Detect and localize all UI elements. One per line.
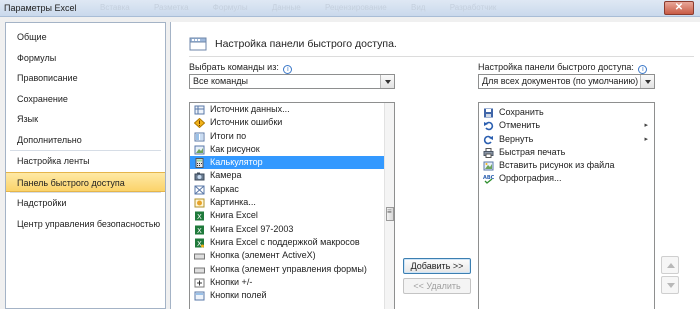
sidebar-item-general[interactable]: Общие	[6, 27, 165, 48]
excel-book-icon: X	[195, 225, 204, 235]
spelling-icon: ABC	[483, 175, 494, 185]
list-item[interactable]: Быстрая печать	[479, 146, 654, 159]
ribbon-tab: Данные	[271, 3, 301, 12]
chevron-down-icon[interactable]	[380, 75, 394, 88]
camera-icon	[194, 172, 205, 181]
background-ribbon-tabs: Вставка Разметка Формулы Данные Рецензир…	[100, 3, 518, 12]
list-item[interactable]: Отменить ▸	[479, 119, 654, 132]
list-item[interactable]: Сохранить	[479, 106, 654, 119]
sidebar-item-language[interactable]: Язык	[6, 109, 165, 130]
excel-book-icon: X	[195, 211, 204, 221]
list-item[interactable]: Источник ошибки	[190, 116, 394, 129]
submenu-arrow-icon: ▸	[644, 122, 648, 130]
sidebar-item-proofing[interactable]: Правописание	[6, 68, 165, 89]
list-item[interactable]: X Книга Excel	[190, 209, 394, 222]
sidebar-item-formulas[interactable]: Формулы	[6, 48, 165, 69]
arrow-up-icon	[667, 263, 675, 268]
quick-print-icon	[483, 147, 494, 158]
options-content-pane: Настройка панели быстрого доступа. Выбра…	[170, 22, 700, 309]
list-item[interactable]: Кнопка (элемент ActiveX)	[190, 249, 394, 262]
sidebar-item-add-ins[interactable]: Надстройки	[6, 193, 165, 214]
sidebar-item-quick-access-toolbar[interactable]: Панель быстрого доступа	[6, 171, 165, 192]
ribbon-tab: Вид	[410, 3, 426, 12]
list-item[interactable]: Кнопки +/-	[190, 276, 394, 289]
list-item[interactable]: Кнопка (элемент управления формы)	[190, 263, 394, 276]
sidebar-item-customize-ribbon[interactable]: Настройка ленты	[6, 151, 165, 172]
list-item[interactable]: Картинка...	[190, 196, 394, 209]
ribbon-tab: Формулы	[212, 3, 248, 12]
button-control-icon	[194, 253, 205, 260]
customize-toolbar-dropdown[interactable]: Для всех документов (по умолчанию)	[478, 74, 655, 89]
list-item[interactable]: ABC Орфография...	[479, 172, 654, 185]
svg-text:X: X	[197, 213, 202, 221]
calculator-icon	[195, 158, 204, 169]
ribbon-tab: Вставка	[100, 3, 130, 12]
commands-scrollbar[interactable]	[384, 103, 394, 309]
chevron-down-icon[interactable]	[640, 75, 654, 88]
list-item[interactable]: Вставить рисунок из файла	[479, 159, 654, 172]
list-item[interactable]: Как рисунок ▸	[190, 143, 394, 156]
field-buttons-icon	[194, 291, 205, 301]
quick-access-toolbar-icon	[189, 37, 207, 51]
svg-text:X: X	[197, 227, 202, 235]
choose-commands-label: Выбрать команды из: i	[189, 62, 293, 74]
sidebar-item-advanced[interactable]: Дополнительно	[6, 130, 165, 151]
quick-access-toolbar-list[interactable]: Сохранить Отменить ▸ Вернуть ▸ Быстрая п…	[478, 102, 655, 309]
choose-commands-dropdown[interactable]: Все команды	[189, 74, 395, 89]
button-control-icon	[194, 267, 205, 274]
sidebar-item-trust-center[interactable]: Центр управления безопасностью	[6, 214, 165, 235]
list-item[interactable]: Калькулятор	[190, 156, 394, 170]
picture-icon	[194, 145, 205, 155]
info-icon: i	[638, 65, 648, 74]
sidebar-item-save[interactable]: Сохранение	[6, 89, 165, 110]
header-divider	[189, 56, 694, 57]
options-sidebar: Общие Формулы Правописание Сохранение Яз…	[5, 22, 166, 309]
error-source-icon	[194, 118, 205, 129]
list-item[interactable]: Кнопки полей	[190, 289, 394, 302]
list-item[interactable]: X Книга Excel с поддержкой макросов	[190, 236, 394, 249]
undo-icon	[484, 122, 494, 131]
move-down-button[interactable]	[661, 276, 679, 294]
arrow-down-icon	[667, 283, 675, 288]
insert-picture-icon	[483, 161, 494, 171]
window-title: Параметры Excel	[4, 3, 77, 13]
plus-minus-icon	[194, 278, 205, 288]
page-title: Настройка панели быстрого доступа.	[215, 38, 397, 50]
ribbon-tab: Рецензирование	[324, 3, 387, 12]
svg-text:ABC: ABC	[483, 175, 494, 181]
remove-button[interactable]: << Удалить	[403, 278, 471, 294]
list-item[interactable]: Итоги по ▸	[190, 130, 394, 143]
customize-toolbar-label: Настройка панели быстрого доступа: i	[478, 62, 648, 74]
submenu-arrow-icon: ▸	[644, 135, 648, 143]
add-button[interactable]: Добавить >>	[403, 258, 471, 274]
move-up-button[interactable]	[661, 256, 679, 274]
data-source-icon	[194, 105, 205, 115]
excel-macro-icon: X	[195, 238, 204, 248]
page-header: Настройка панели быстрого доступа.	[189, 36, 397, 52]
close-button[interactable]: ✕	[664, 1, 694, 15]
clipart-icon	[194, 198, 205, 208]
save-icon	[484, 108, 493, 118]
list-item[interactable]: Источник данных...	[190, 103, 394, 116]
ribbon-tab: Разметка	[153, 3, 189, 12]
list-item[interactable]: Вернуть ▸	[479, 133, 654, 146]
list-item[interactable]: Камера	[190, 169, 394, 182]
info-icon: i	[283, 65, 293, 74]
available-commands-list[interactable]: Источник данных... Источник ошибки Итоги…	[189, 102, 395, 309]
ribbon-tab: Разработчик	[449, 3, 497, 12]
wireframe-icon	[194, 185, 205, 195]
scrollbar-thumb[interactable]	[386, 207, 394, 221]
sum-icon	[194, 132, 205, 142]
redo-icon	[483, 135, 493, 144]
list-item[interactable]: X Книга Excel 97-2003	[190, 223, 394, 236]
list-item[interactable]: Каркас	[190, 183, 394, 196]
title-bar: Параметры Excel Вставка Разметка Формулы…	[0, 0, 700, 17]
